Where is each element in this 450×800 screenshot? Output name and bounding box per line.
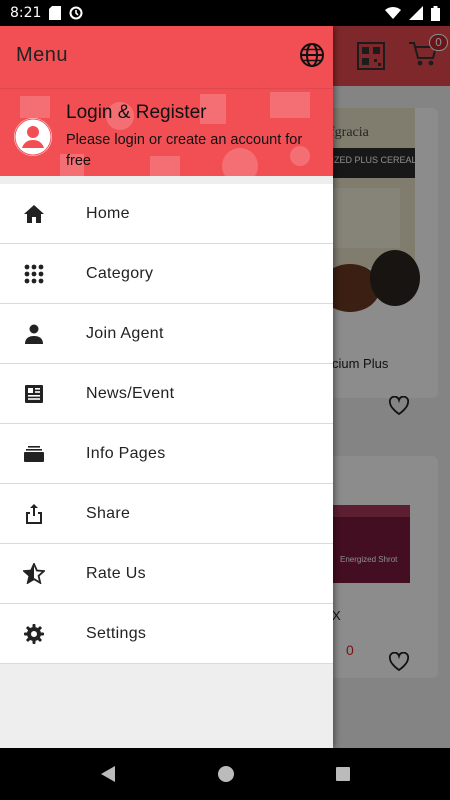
menu-item-join-agent[interactable]: Join Agent xyxy=(0,304,333,364)
user-avatar-icon xyxy=(14,118,52,156)
drawer-scrim[interactable] xyxy=(333,26,450,748)
recents-icon[interactable] xyxy=(335,766,351,782)
menu-item-info-pages[interactable]: Info Pages xyxy=(0,424,333,484)
navigation-drawer: Menu Login & Register Please login or cr… xyxy=(0,26,333,748)
menu-item-label: Join Agent xyxy=(86,324,164,342)
battery-icon xyxy=(431,5,440,21)
menu-item-label: Info Pages xyxy=(86,444,166,462)
menu-item-label: Category xyxy=(86,264,154,282)
status-bar: 8:21 xyxy=(0,0,450,26)
sd-card-icon xyxy=(49,6,62,20)
menu-item-category[interactable]: Category xyxy=(0,244,333,304)
grid-icon xyxy=(22,262,46,286)
menu-item-share[interactable]: Share xyxy=(0,484,333,544)
login-register-subtitle: Please login or create an account for fr… xyxy=(66,132,303,169)
menu-item-label: Rate Us xyxy=(86,564,146,582)
menu-item-rate-us[interactable]: Rate Us xyxy=(0,544,333,604)
wifi-icon xyxy=(385,6,401,20)
drawer-menu-list: Home Category Join Agent News/Event Info… xyxy=(0,184,333,664)
home-nav-icon[interactable] xyxy=(217,765,235,783)
back-icon[interactable] xyxy=(99,765,117,783)
star-icon xyxy=(22,562,46,586)
menu-item-settings[interactable]: Settings xyxy=(0,604,333,664)
menu-item-label: Home xyxy=(86,204,130,222)
menu-item-news-event[interactable]: News/Event xyxy=(0,364,333,424)
menu-item-home[interactable]: Home xyxy=(0,184,333,244)
share-icon xyxy=(22,502,46,526)
status-time: 8:21 xyxy=(10,5,42,21)
login-register-title[interactable]: Login & Register xyxy=(66,102,206,124)
system-nav-bar xyxy=(0,748,450,800)
drawer-header: Menu Login & Register Please login or cr… xyxy=(0,26,333,176)
home-icon xyxy=(22,202,46,226)
avatar[interactable] xyxy=(14,118,52,156)
layers-icon xyxy=(22,442,46,466)
signal-icon xyxy=(409,6,423,20)
sync-icon xyxy=(69,6,83,20)
globe-icon[interactable] xyxy=(299,42,325,68)
gear-icon xyxy=(22,622,46,646)
header-divider xyxy=(0,88,333,89)
person-icon xyxy=(22,322,46,346)
menu-item-label: Settings xyxy=(86,624,147,642)
menu-item-label: Share xyxy=(86,504,131,522)
newspaper-icon xyxy=(22,382,46,406)
drawer-title: Menu xyxy=(16,44,69,66)
menu-item-label: News/Event xyxy=(86,384,175,402)
